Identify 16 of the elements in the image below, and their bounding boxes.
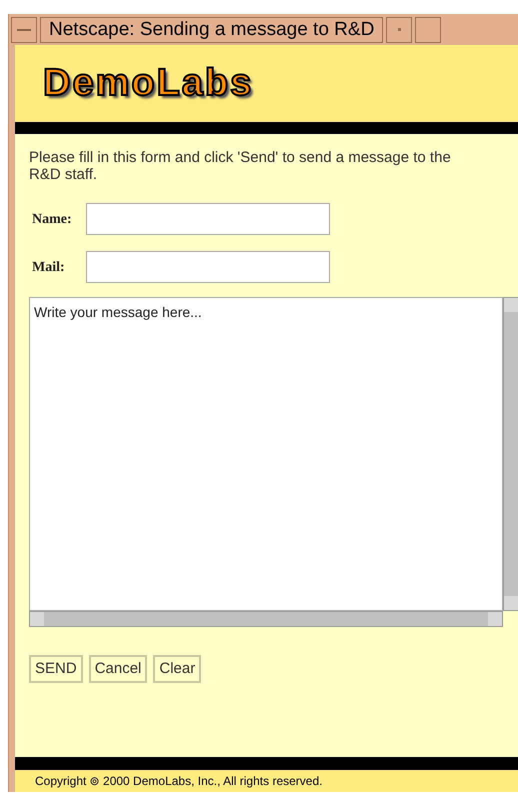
minimize-icon[interactable] [11,16,37,42]
horizontal-scrollbar[interactable] [29,611,503,627]
input-field[interactable] [86,203,330,235]
window-title: Netscape: Sending a message to R&D [40,16,384,42]
vertical-scrollbar[interactable] [503,297,518,611]
form-button[interactable]: Cancel [88,655,148,683]
logo: DemoLabs [43,61,254,106]
field-label: Name: [32,210,73,228]
form-button[interactable]: SEND [29,655,83,683]
intro-text: Please fill in this form and click 'Send' to send a message to the R&D staff. [29,149,452,183]
field-label: Mail: [32,258,66,276]
maximize-icon[interactable] [415,16,442,42]
input-field[interactable] [86,251,330,283]
copyright-text: Copyright ⊚ 2000 DemoLabs, Inc., All rights reserved. [35,773,322,790]
form-button[interactable]: Clear [153,655,202,683]
window-menu-icon[interactable] [386,16,412,42]
